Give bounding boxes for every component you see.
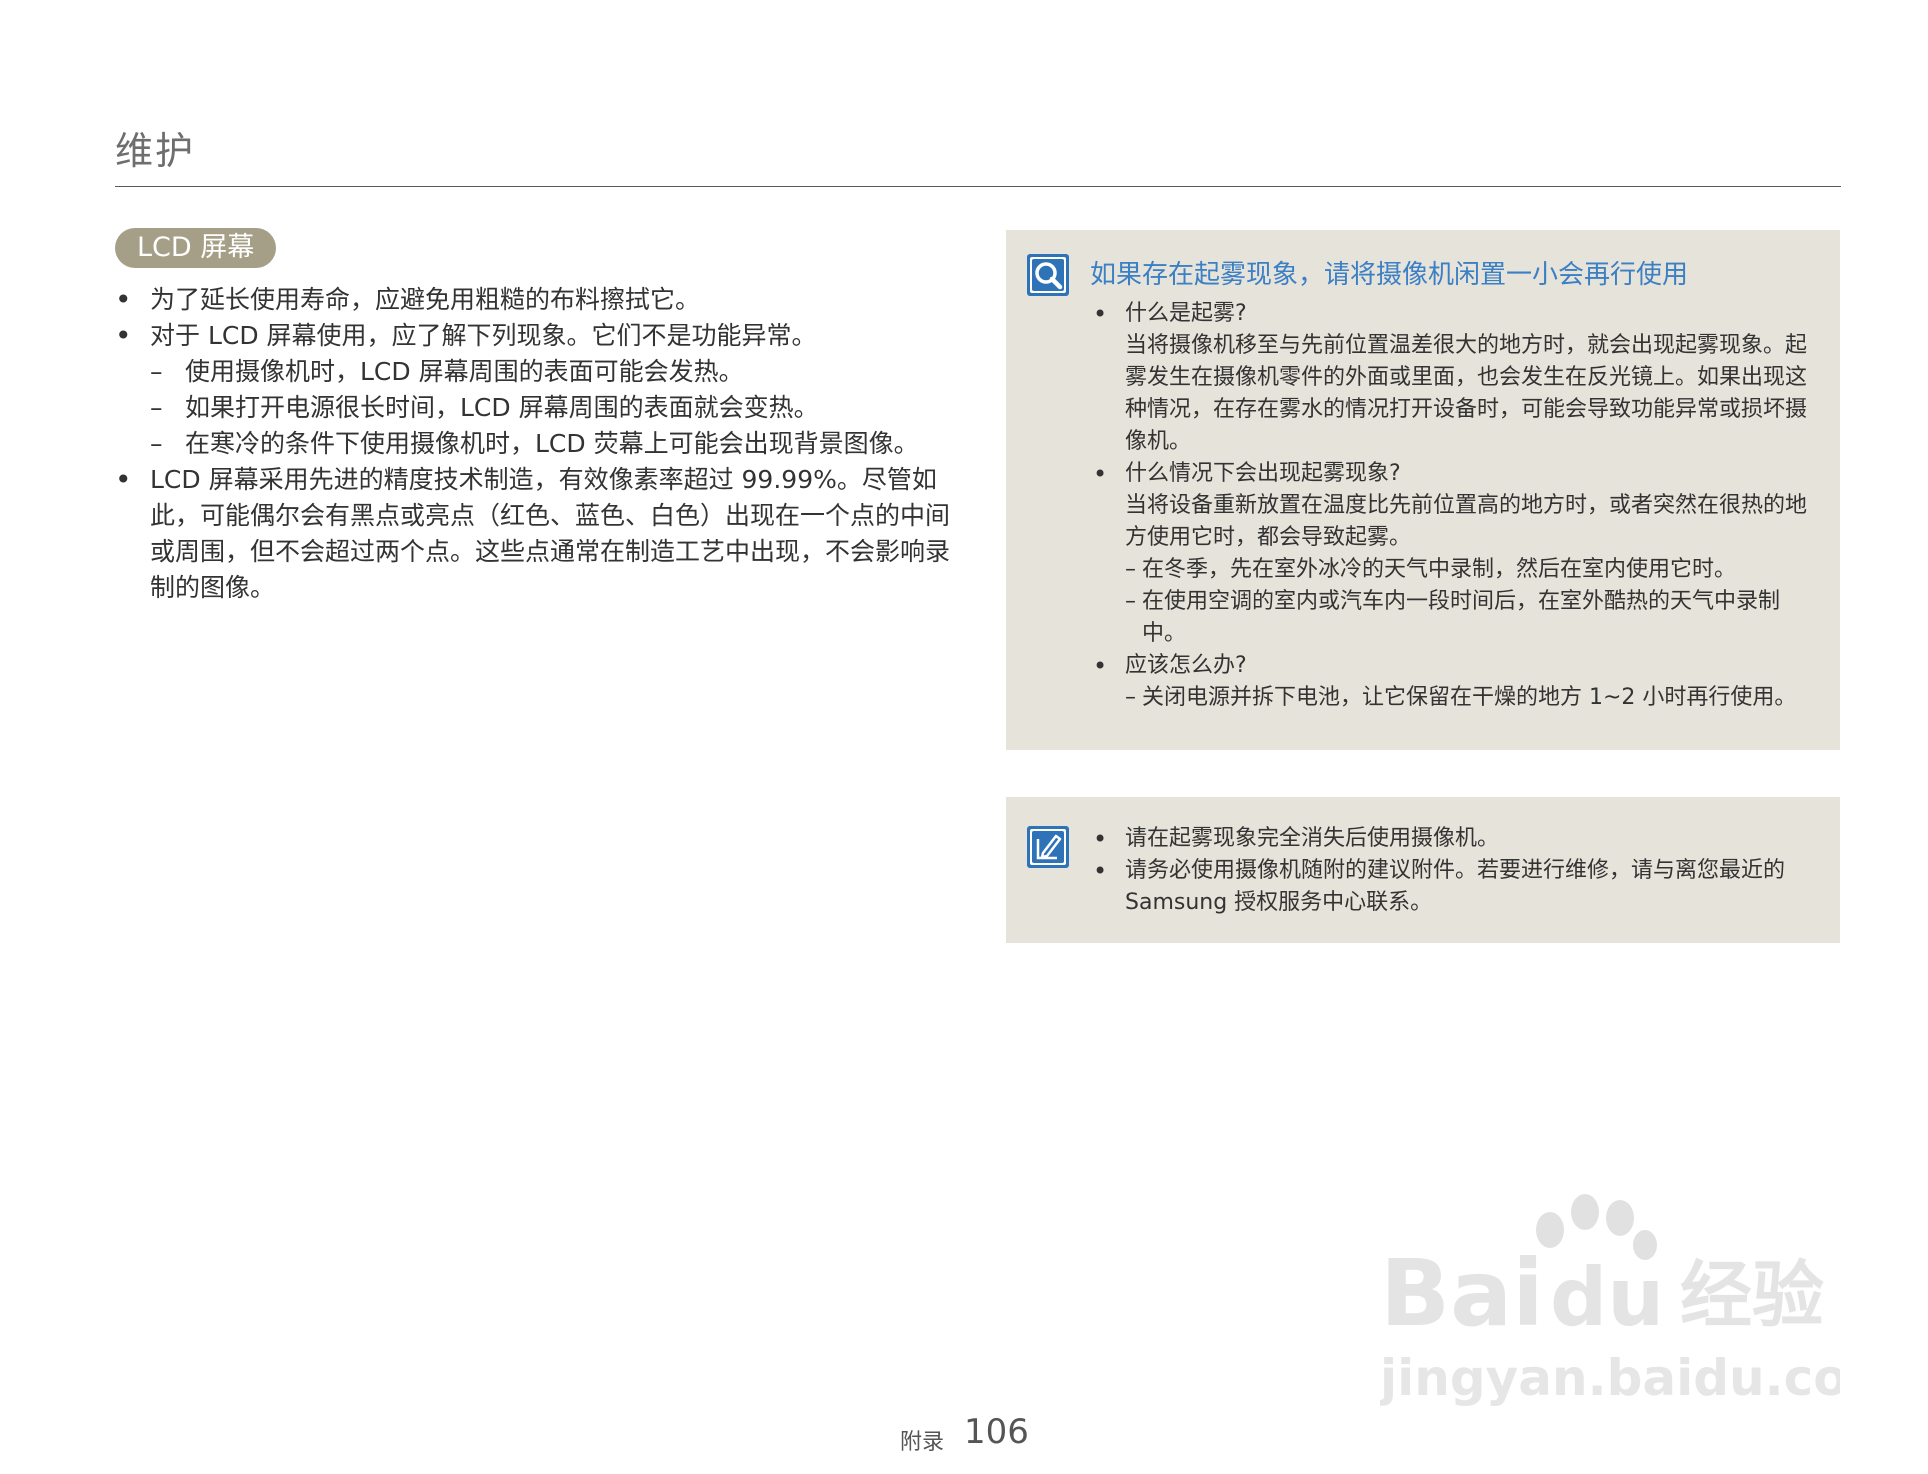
lcd-care-list: 为了延长使用寿命，应避免用粗糙的布料擦拭它。 对于 LCD 屏幕使用，应了解下列… bbox=[115, 282, 955, 606]
watermark-brand-cn: 经验 bbox=[1680, 1253, 1824, 1337]
sub-list-item: 使用摄像机时，LCD 屏幕周围的表面可能会发热。 bbox=[115, 354, 955, 390]
note-box-body: 请在起雾现象完全消失后使用摄像机。 请务必使用摄像机随附的建议附件。若要进行维修… bbox=[1090, 823, 1820, 919]
sub-list-item: 关闭电源并拆下电池，让它保留在干燥的地方 1~2 小时再行使用。 bbox=[1090, 682, 1820, 714]
note-box: 请在起雾现象完全消失后使用摄像机。 请务必使用摄像机随附的建议附件。若要进行维修… bbox=[1006, 797, 1840, 943]
sub-list-item: 在寒冷的条件下使用摄像机时，LCD 荧幕上可能会出现背景图像。 bbox=[115, 426, 955, 462]
list-item: 请在起雾现象完全消失后使用摄像机。 bbox=[1090, 823, 1820, 855]
paragraph: 当将摄像机移至与先前位置温差很大的地方时，就会出现起雾现象。起雾发生在摄像机零件… bbox=[1125, 333, 1808, 454]
baidu-watermark: Bai du 经验 jingyan.baidu.com bbox=[1380, 1194, 1840, 1407]
section-heading: LCD 屏幕 bbox=[115, 228, 277, 268]
list-item: 应该怎么办? bbox=[1090, 650, 1820, 682]
watermark-brand-left: Bai bbox=[1380, 1240, 1544, 1347]
page-title: 维护 bbox=[115, 129, 196, 173]
search-icon bbox=[1027, 254, 1069, 296]
fog-box-title: 如果存在起雾现象，请将摄像机闲置一小会再行使用 bbox=[1090, 260, 1689, 290]
list-item: 什么情况下会出现起雾现象? bbox=[1090, 458, 1820, 490]
footer-section-label: 附录 bbox=[900, 1430, 945, 1455]
sub-list-item: 在使用空调的室内或汽车内一段时间后，在室外酷热的天气中录制中。 bbox=[1090, 586, 1820, 650]
watermark-url: jingyan.baidu.com bbox=[1380, 1349, 1840, 1407]
list-item: 为了延长使用寿命，应避免用粗糙的布料擦拭它。 bbox=[115, 282, 955, 318]
fog-info-box: 如果存在起雾现象，请将摄像机闲置一小会再行使用 什么是起雾? 当将摄像机移至与先… bbox=[1006, 230, 1840, 750]
list-item: 对于 LCD 屏幕使用，应了解下列现象。它们不是功能异常。 bbox=[115, 318, 955, 354]
title-divider bbox=[115, 186, 1841, 187]
note-pencil-icon bbox=[1027, 826, 1069, 868]
sub-list-item: 如果打开电源很长时间，LCD 屏幕周围的表面就会变热。 bbox=[115, 390, 955, 426]
fog-box-body: 什么是起雾? 当将摄像机移至与先前位置温差很大的地方时，就会出现起雾现象。起雾发… bbox=[1090, 298, 1820, 714]
sub-list-item: 在冬季，先在室外冰冷的天气中录制，然后在室内使用它时。 bbox=[1090, 554, 1820, 586]
list-item: LCD 屏幕采用先进的精度技术制造，有效像素率超过 99.99%。尽管如此，可能… bbox=[115, 462, 955, 606]
paragraph: 当将设备重新放置在温度比先前位置高的地方时，或者突然在很热的地方使用它时，都会导… bbox=[1125, 493, 1808, 550]
list-item: 什么是起雾? bbox=[1090, 298, 1820, 330]
list-item: 请务必使用摄像机随附的建议附件。若要进行维修，请与离您最近的 Samsung 授… bbox=[1090, 855, 1820, 919]
watermark-brand-right: du bbox=[1550, 1251, 1664, 1344]
page-number: 106 bbox=[964, 1412, 1029, 1452]
